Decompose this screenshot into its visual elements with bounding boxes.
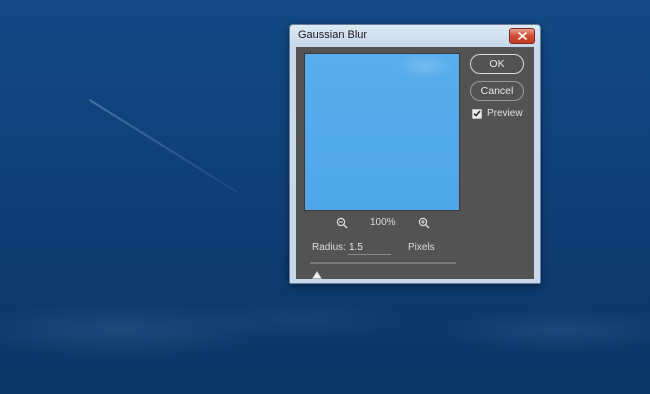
zoom-out-icon <box>336 217 348 229</box>
preview-toggle[interactable]: Preview <box>472 108 523 119</box>
zoom-in-icon <box>418 217 430 229</box>
close-button[interactable] <box>509 28 535 44</box>
zoom-in-button[interactable] <box>418 217 430 232</box>
radius-row: Radius: Pixels <box>312 240 512 256</box>
dialog-title: Gaussian Blur <box>298 29 368 41</box>
checkmark-icon <box>473 110 481 117</box>
background-contrail <box>88 99 239 194</box>
title-bar[interactable]: Gaussian Blur <box>290 25 540 47</box>
preview-label: Preview <box>487 108 523 119</box>
radius-input[interactable] <box>348 240 391 255</box>
radius-slider-thumb[interactable] <box>312 266 323 284</box>
preview-checkbox[interactable] <box>472 108 482 119</box>
preview-image <box>305 54 459 210</box>
zoom-out-button[interactable] <box>336 217 348 232</box>
cancel-button[interactable]: Cancel <box>470 81 524 101</box>
zoom-controls: 100% <box>304 215 460 231</box>
slider-thumb-icon <box>312 270 323 279</box>
zoom-level: 100% <box>370 217 396 228</box>
dialog-body: OK Cancel Preview 100% Radius: 1.5 Pixel… <box>296 47 534 279</box>
radius-label: Radius: <box>312 242 346 253</box>
close-icon <box>517 32 527 40</box>
preview-window[interactable] <box>304 53 460 211</box>
radius-unit: Pixels <box>408 242 435 253</box>
radius-slider-track[interactable] <box>310 262 456 264</box>
ok-button[interactable]: OK <box>470 54 524 74</box>
gaussian-blur-dialog: Gaussian Blur OK Cancel Preview 100% Rad… <box>289 24 541 284</box>
